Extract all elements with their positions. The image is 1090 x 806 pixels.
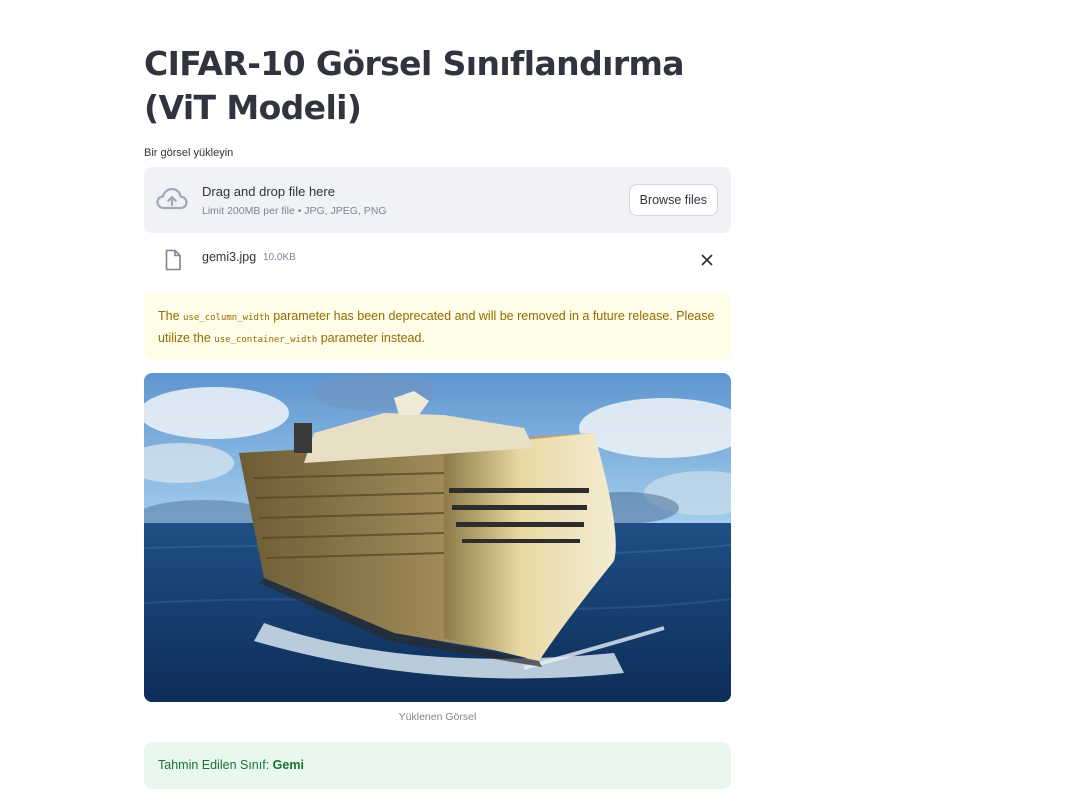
warning-code-container-width: use_container_width — [214, 334, 318, 345]
image-caption: Yüklenen Görsel — [398, 711, 477, 723]
file-dropzone[interactable]: Drag and drop file here Limit 200MB per … — [144, 167, 731, 233]
dropzone-limit: Limit 200MB per file • JPG, JPEG, PNG — [202, 205, 387, 217]
prediction-value: Gemi — [272, 758, 304, 772]
uploaded-file-row: gemi3.jpg 10.0KB — [144, 240, 731, 280]
prediction-result: Tahmin Edilen Sınıf: Gemi — [144, 742, 731, 789]
deprecation-warning: The use_column_width parameter has been … — [144, 293, 731, 360]
uploader-label: Bir görsel yükleyin — [144, 147, 234, 159]
warning-text-after: parameter instead. — [317, 330, 425, 345]
file-name: gemi3.jpg — [202, 250, 257, 264]
cloud-upload-icon — [156, 187, 188, 210]
close-icon[interactable] — [699, 252, 715, 268]
page-title: CIFAR-10 Görsel Sınıflandırma (ViT Model… — [144, 44, 685, 127]
uploaded-image — [144, 373, 731, 702]
file-size: 10.0KB — [263, 252, 296, 263]
cruise-ship-illustration — [144, 373, 731, 702]
dropzone-title: Drag and drop file here — [202, 184, 335, 199]
warning-code-column-width: use_column_width — [183, 313, 270, 323]
warning-text-before: The — [158, 309, 184, 323]
file-icon — [165, 249, 181, 271]
prediction-label: Tahmin Edilen Sınıf: — [158, 758, 273, 772]
browse-files-button[interactable]: Browse files — [628, 184, 718, 216]
